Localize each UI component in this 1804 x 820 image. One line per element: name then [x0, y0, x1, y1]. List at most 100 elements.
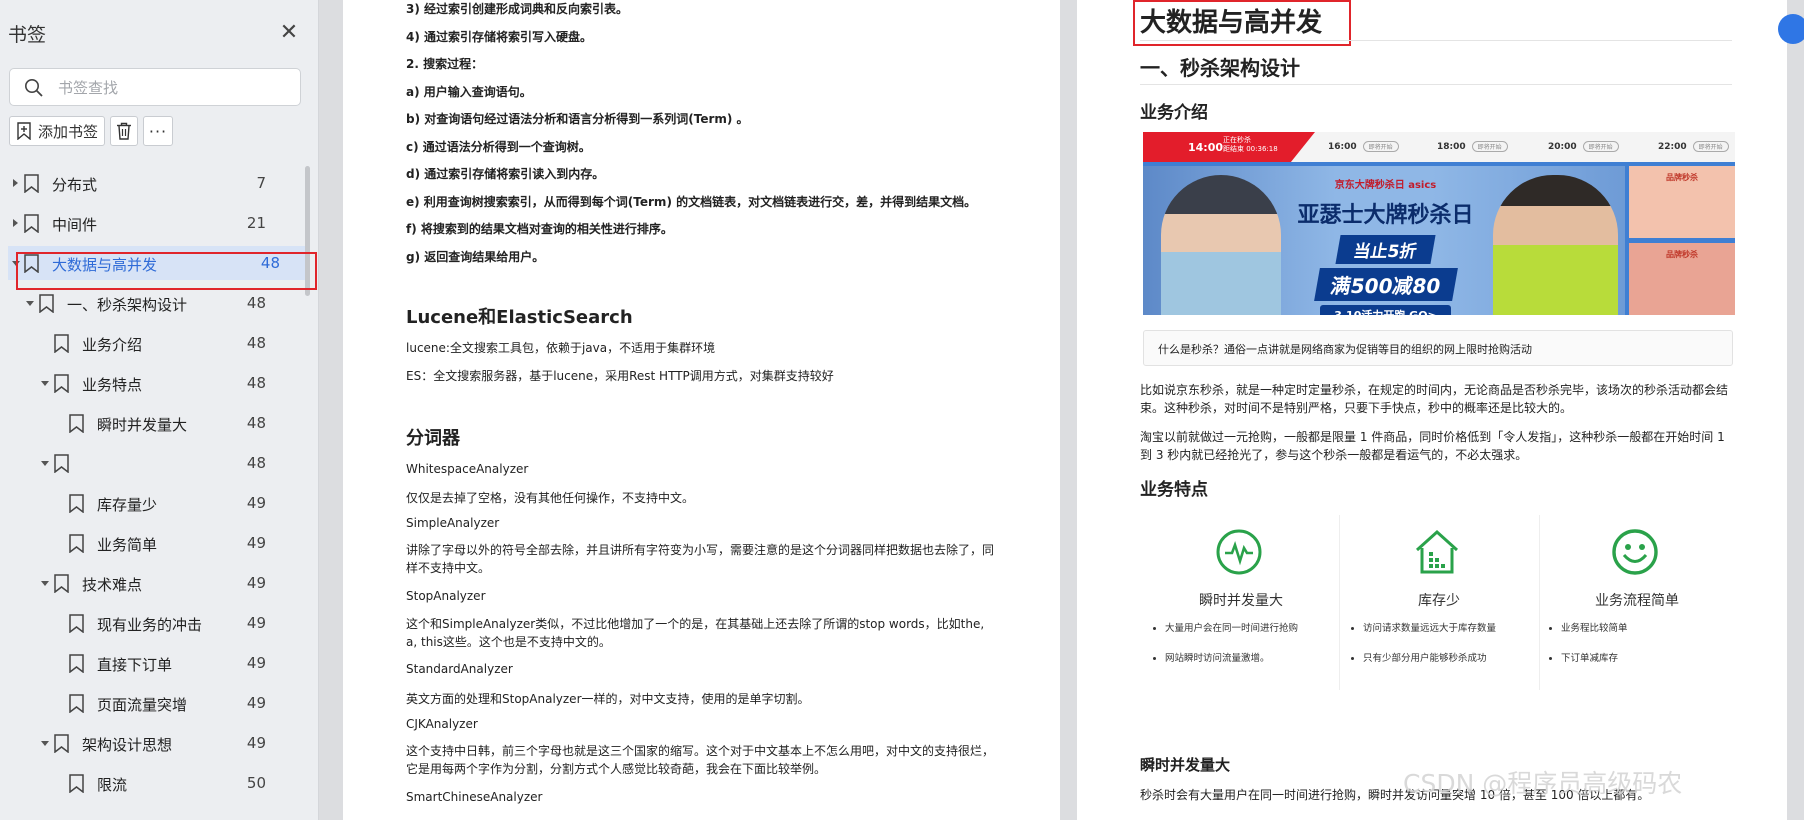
bookmark-label: 库存量少: [97, 496, 158, 514]
text-line: b) 对查询语句经过语法分析和语言分析得到一系列词(Term) 。: [406, 112, 749, 126]
warehouse-icon: [1415, 529, 1459, 574]
slot-tag: 即将开始: [1582, 141, 1619, 152]
text-line: 英文方面的处理和StopAnalyzer一样的，对中文支持，使用的是单字切割。: [406, 692, 810, 706]
bookmark-icon: [69, 774, 84, 793]
text-line: a) 用户输入查询语句。: [406, 85, 532, 99]
subsection-heading: 瞬时并发量大: [1140, 756, 1231, 774]
highlight-box: [16, 252, 317, 290]
bookmark-icon: [69, 694, 84, 713]
bookmark-icon: [69, 654, 84, 673]
bookmark-icon: [54, 454, 69, 473]
feature-bullet: 下订单减库存: [1561, 644, 1628, 674]
live-subtitle-1: 正在秒杀: [1223, 136, 1251, 144]
document-page-right: 大数据与高并发 一、秒杀架构设计 业务介绍 14:00 正在秒杀 距结束 00:3…: [1077, 0, 1787, 820]
text-line: g) 返回查询结果给用户。: [406, 250, 545, 264]
bookmark-item[interactable]: 直接下订单 49: [0, 646, 300, 680]
section-heading: Lucene和ElasticSearch: [406, 307, 633, 328]
bookmark-icon: [69, 414, 84, 433]
pulse-icon: [1216, 529, 1262, 575]
text-line: e) 利用查询树搜索索引，从而得到每个词(Term) 的文档链表，对文档链表进行…: [406, 195, 977, 209]
bookmark-label: 瞬时并发量大: [97, 416, 188, 434]
search-input[interactable]: [56, 76, 290, 100]
bookmark-icon: [69, 534, 84, 553]
page-number: 49: [246, 534, 266, 552]
bookmark-icon: [69, 614, 84, 633]
divider: [1339, 515, 1340, 690]
feature-list: 大量用户会在同一时间进行抢购 网站瞬时访问流量激增。: [1153, 614, 1298, 674]
page-number: 49: [246, 494, 266, 512]
bookmark-item[interactable]: 架构设计思想 49: [0, 726, 300, 760]
model-photo: [1161, 175, 1281, 315]
bookmark-item[interactable]: 一、秒杀架构设计 48: [0, 286, 300, 320]
page-number: 48: [246, 454, 266, 472]
callout-box: 什么是秒杀？通俗一点讲就是网络商家为促销等目的组织的网上限时抢购活动: [1143, 330, 1733, 366]
bookmark-label: 直接下订单: [97, 656, 173, 674]
slot-time: 20:00: [1548, 142, 1577, 152]
more-options-button[interactable]: ···: [143, 116, 173, 146]
bookmark-item[interactable]: 48: [0, 446, 300, 480]
slot-tag: 即将开始: [1692, 141, 1729, 152]
section-heading: 一、秒杀架构设计: [1140, 56, 1300, 80]
bookmark-search[interactable]: [9, 68, 301, 106]
bookmark-item[interactable]: 技术难点 49: [0, 566, 300, 600]
page-number: 49: [246, 694, 266, 712]
divider: [1140, 84, 1732, 85]
bookmark-label: 技术难点: [82, 576, 143, 594]
page-number: 21: [246, 214, 266, 232]
document-page-left: 3) 经过索引创建形成词典和反向索引表。 4) 通过索引存储将索引写入硬盘。 2…: [343, 0, 1060, 820]
close-icon[interactable]: ✕: [276, 20, 302, 46]
side-promo-title: 品牌秒杀: [1666, 250, 1698, 259]
floating-action-icon[interactable]: [1778, 14, 1804, 44]
page-number: 49: [246, 734, 266, 752]
bookmark-item[interactable]: 限流 50: [0, 766, 300, 800]
text-line: 4) 通过索引存储将索引写入硬盘。: [406, 30, 593, 44]
bookmark-item[interactable]: 现有业务的冲击 49: [0, 606, 300, 640]
page-number: 48: [246, 334, 266, 352]
page-number: 50: [246, 774, 266, 792]
slot-time: 16:00: [1328, 142, 1357, 152]
text-line: 仅仅是去掉了空格，没有其他任何操作，不支持中文。: [406, 491, 695, 505]
banner-slot: 18:00 即将开始: [1437, 141, 1508, 152]
bookmark-label: 现有业务的冲击: [97, 616, 203, 634]
paragraph: 比如说京东秒杀，就是一种定时定量秒杀，在规定的时间内，无论商品是否秒杀完毕，该场…: [1140, 383, 1729, 415]
banner-side-promo: 品牌秒杀: [1629, 243, 1735, 315]
feature-list: 业务程比较简单 下订单减库存: [1549, 614, 1628, 674]
slot-time: 18:00: [1437, 142, 1466, 152]
text-line: StandardAnalyzer: [406, 662, 513, 676]
banner-cta: 3.10活力开跑 GO>: [1320, 305, 1451, 315]
bookmark-item[interactable]: 业务特点 48: [0, 366, 300, 400]
text-line: 2. 搜索过程：: [406, 57, 484, 71]
side-promo-title: 品牌秒杀: [1666, 173, 1698, 182]
bookmark-icon: [54, 334, 69, 353]
subsection-heading: 业务特点: [1140, 480, 1208, 500]
banner-text: 京东大牌秒杀日 asics 亚瑟士大牌秒杀日 当止5折 满500减80 3.10…: [1293, 176, 1478, 315]
bookmark-label: 业务介绍: [82, 336, 143, 354]
page-number: 49: [246, 654, 266, 672]
banner-brand: 京东大牌秒杀日 asics: [1334, 180, 1437, 191]
add-bookmark-button[interactable]: 添加书签: [9, 116, 105, 146]
bookmark-icon: [24, 174, 39, 193]
text-line: d) 通过索引存储将索引读入到内存。: [406, 167, 605, 181]
feature-bullet: 大量用户会在同一时间进行抢购: [1165, 614, 1298, 644]
bookmark-icon: [54, 574, 69, 593]
bookmark-label: 中间件: [52, 216, 98, 234]
feature-bullet: 只有少部分用户能够秒杀成功: [1363, 644, 1496, 674]
delete-bookmark-button[interactable]: [110, 116, 138, 146]
bookmark-label: 业务简单: [97, 536, 158, 554]
bookmark-item[interactable]: 业务简单 49: [0, 526, 300, 560]
bookmark-icon: [39, 294, 54, 313]
feature-bullet: 访问请求数量远远大于库存数量: [1363, 614, 1496, 644]
feature-bullet: 业务程比较简单: [1561, 614, 1628, 644]
bookmark-item[interactable]: 库存量少 49: [0, 486, 300, 520]
add-bookmark-icon: [17, 122, 31, 140]
bookmark-item[interactable]: 业务介绍 48: [0, 326, 300, 360]
bookmark-item[interactable]: 中间件 21: [0, 206, 300, 240]
bookmark-item[interactable]: 页面流量突增 49: [0, 686, 300, 720]
feature-list: 访问请求数量远远大于库存数量 只有少部分用户能够秒杀成功: [1351, 614, 1496, 674]
banner-slot: 22:00 即将开始: [1658, 141, 1729, 152]
bookmark-item[interactable]: 分布式 7: [0, 166, 300, 200]
page-number: 48: [246, 414, 266, 432]
bookmark-label: 业务特点: [82, 376, 143, 394]
bookmark-icon: [24, 214, 39, 233]
bookmark-item[interactable]: 瞬时并发量大 48: [0, 406, 300, 440]
